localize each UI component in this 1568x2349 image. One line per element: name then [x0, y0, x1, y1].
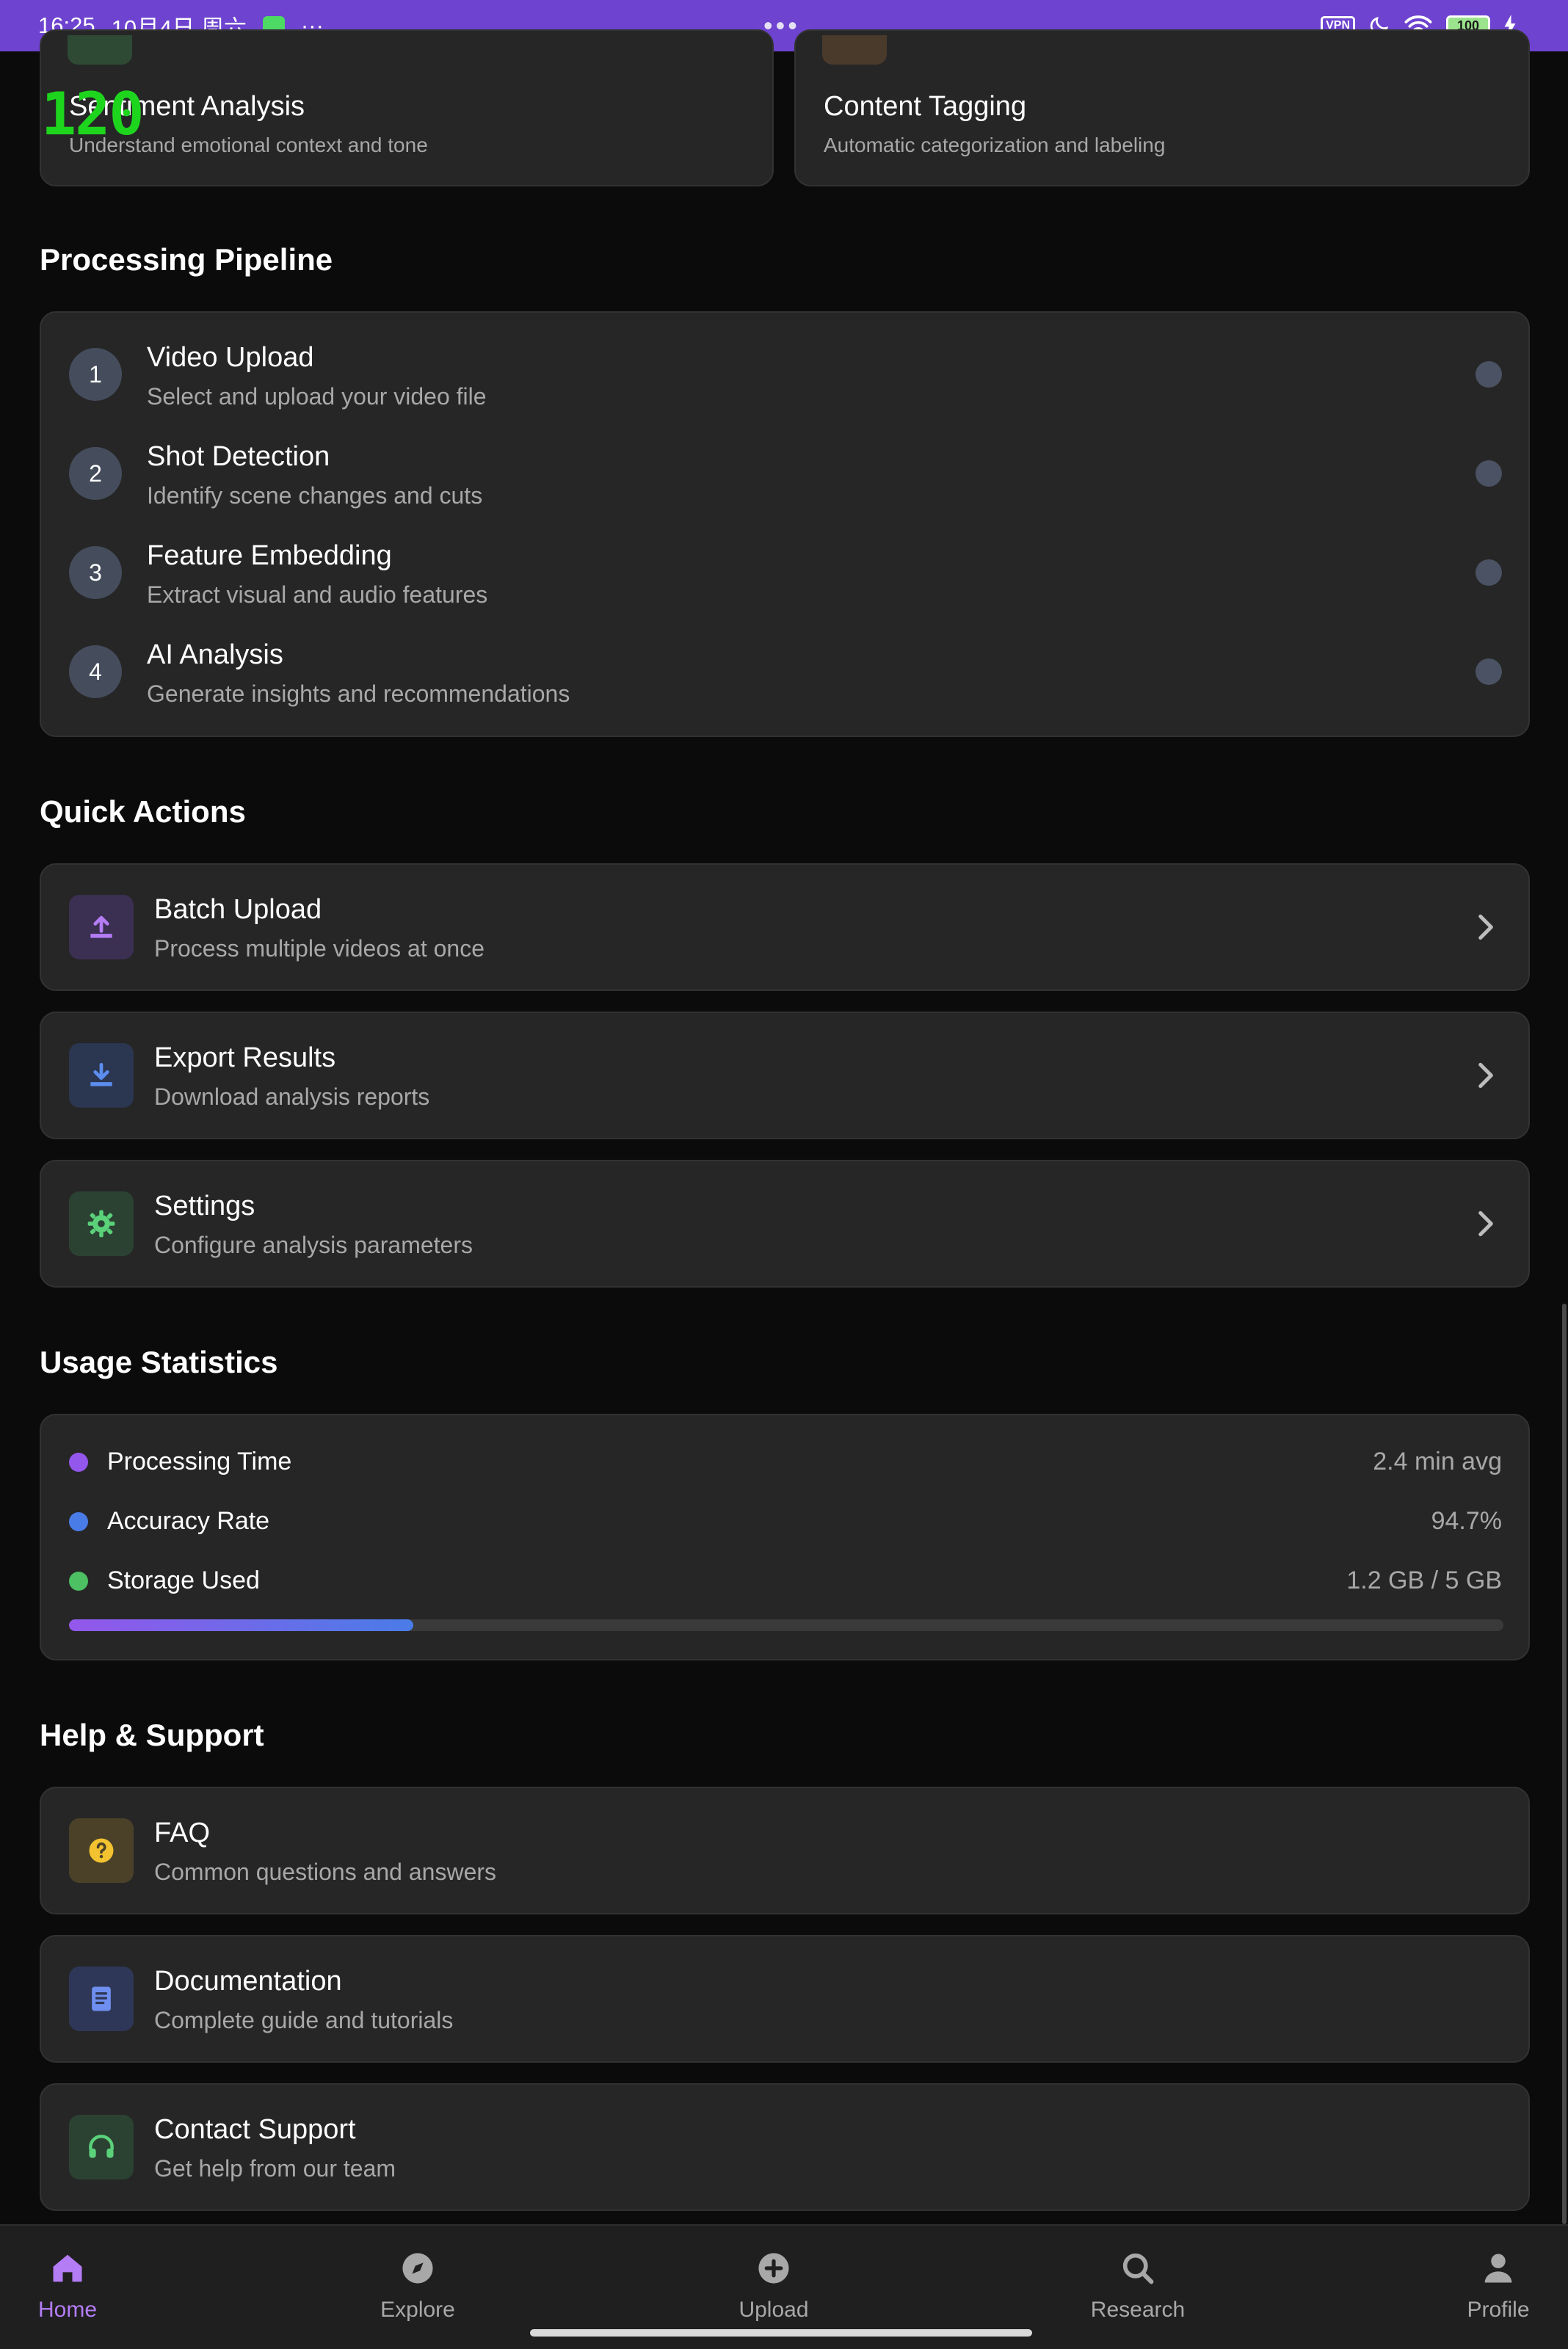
action-desc: Get help from our team	[154, 2155, 396, 2182]
accuracy-rate-dot	[69, 1512, 88, 1531]
usage-statistics-card: Processing Time 2.4 min avg Accuracy Rat…	[40, 1414, 1530, 1660]
plus-circle-icon	[753, 2248, 794, 2289]
sentiment-icon	[68, 35, 132, 65]
storage-used-dot	[69, 1572, 88, 1591]
storage-progress-fill	[69, 1619, 413, 1631]
action-title: Batch Upload	[154, 894, 322, 925]
step-status-dot	[1476, 658, 1502, 685]
pipeline-step: 3 Feature Embedding Extract visual and a…	[41, 526, 1528, 624]
nav-label: Research	[1090, 2298, 1186, 2322]
pipeline-step: 4 AI Analysis Generate insights and reco…	[41, 625, 1528, 723]
chevron-right-icon	[1478, 1210, 1493, 1237]
action-desc: Complete guide and tutorials	[154, 2007, 454, 2033]
action-title: FAQ	[154, 1818, 211, 1848]
usage-section-title: Usage Statistics	[40, 1345, 278, 1379]
step-title: AI Analysis	[147, 639, 283, 670]
nav-label: Profile	[1467, 2298, 1530, 2322]
step-number-badge: 3	[69, 546, 122, 599]
step-number-badge: 4	[69, 645, 122, 698]
fps-counter-overlay: 120	[41, 80, 144, 148]
nav-label: Explore	[380, 2298, 455, 2322]
download-icon	[69, 1043, 134, 1108]
quick-actions-section-title: Quick Actions	[40, 794, 246, 829]
pipeline-step: 1 Video Upload Select and upload your vi…	[41, 327, 1528, 426]
processing-time-dot	[69, 1453, 88, 1472]
feature-card-sentiment[interactable]: Sentiment Analysis Understand emotional …	[40, 29, 774, 186]
nav-item-explore[interactable]: Explore	[337, 2248, 498, 2323]
step-number-badge: 2	[69, 447, 122, 500]
settings-button[interactable]: Settings Configure analysis parameters	[40, 1160, 1530, 1288]
step-title: Feature Embedding	[147, 540, 392, 571]
compass-icon	[397, 2248, 438, 2289]
step-status-dot	[1476, 559, 1502, 586]
usage-label: Storage Used	[107, 1566, 260, 1594]
usage-value: 1.2 GB / 5 GB	[1346, 1566, 1502, 1594]
documentation-button[interactable]: Documentation Complete guide and tutoria…	[40, 1935, 1530, 2063]
storage-progress-track	[69, 1619, 1503, 1631]
step-title: Video Upload	[147, 342, 314, 373]
search-icon	[1117, 2248, 1158, 2289]
help-section-title: Help & Support	[40, 1718, 264, 1752]
batch-upload-button[interactable]: Batch Upload Process multiple videos at …	[40, 863, 1530, 991]
nav-label: Upload	[738, 2298, 809, 2322]
usage-row: Processing Time 2.4 min avg	[41, 1440, 1528, 1484]
usage-label: Processing Time	[107, 1448, 292, 1475]
person-icon	[1478, 2248, 1519, 2289]
step-desc: Extract visual and audio features	[147, 581, 488, 608]
step-desc: Select and upload your video file	[147, 383, 487, 410]
step-status-dot	[1476, 460, 1502, 487]
action-title: Settings	[154, 1191, 255, 1221]
usage-value: 2.4 min avg	[1373, 1448, 1502, 1475]
usage-row: Accuracy Rate 94.7%	[41, 1500, 1528, 1544]
book-icon	[69, 1967, 134, 2031]
usage-value: 94.7%	[1431, 1507, 1502, 1535]
nav-item-profile[interactable]: Profile	[1418, 2248, 1568, 2323]
usage-row: Storage Used 1.2 GB / 5 GB	[41, 1559, 1528, 1603]
nav-item-research[interactable]: Research	[1057, 2248, 1219, 2323]
chevron-right-icon	[1478, 1062, 1493, 1089]
action-desc: Process multiple videos at once	[154, 935, 484, 962]
feature-card-title: Content Tagging	[824, 91, 1027, 122]
pipeline-card: 1 Video Upload Select and upload your vi…	[40, 311, 1530, 737]
action-title: Export Results	[154, 1042, 336, 1073]
pipeline-step: 2 Shot Detection Identify scene changes …	[41, 426, 1528, 525]
scrollbar[interactable]	[1562, 1304, 1567, 2224]
chevron-right-icon	[1478, 914, 1493, 940]
action-desc: Common questions and answers	[154, 1859, 497, 1885]
question-icon	[69, 1818, 134, 1883]
action-desc: Configure analysis parameters	[154, 1232, 473, 1258]
pipeline-section-title: Processing Pipeline	[40, 242, 333, 277]
step-status-dot	[1476, 361, 1502, 388]
headset-icon	[69, 2115, 134, 2179]
export-results-button[interactable]: Export Results Download analysis reports	[40, 1012, 1530, 1139]
action-title: Documentation	[154, 1966, 342, 1997]
nav-item-home[interactable]: Home	[0, 2248, 148, 2323]
feature-card-tagging[interactable]: Content Tagging Automatic categorization…	[794, 29, 1530, 186]
feature-card-desc: Automatic categorization and labeling	[824, 134, 1166, 156]
contact-support-button[interactable]: Contact Support Get help from our team	[40, 2083, 1530, 2211]
action-desc: Download analysis reports	[154, 1083, 430, 1110]
nav-label: Home	[37, 2298, 98, 2322]
nav-item-upload[interactable]: Upload	[693, 2248, 854, 2323]
step-title: Shot Detection	[147, 441, 330, 472]
action-title: Contact Support	[154, 2114, 356, 2145]
step-number-badge: 1	[69, 348, 122, 401]
faq-button[interactable]: FAQ Common questions and answers	[40, 1787, 1530, 1914]
step-desc: Identify scene changes and cuts	[147, 482, 483, 509]
usage-label: Accuracy Rate	[107, 1507, 270, 1535]
tag-icon	[822, 35, 887, 65]
upload-icon	[69, 895, 134, 959]
gear-icon	[69, 1191, 134, 1256]
home-indicator[interactable]	[530, 2329, 1032, 2337]
home-icon	[47, 2248, 88, 2289]
step-desc: Generate insights and recommendations	[147, 680, 570, 707]
